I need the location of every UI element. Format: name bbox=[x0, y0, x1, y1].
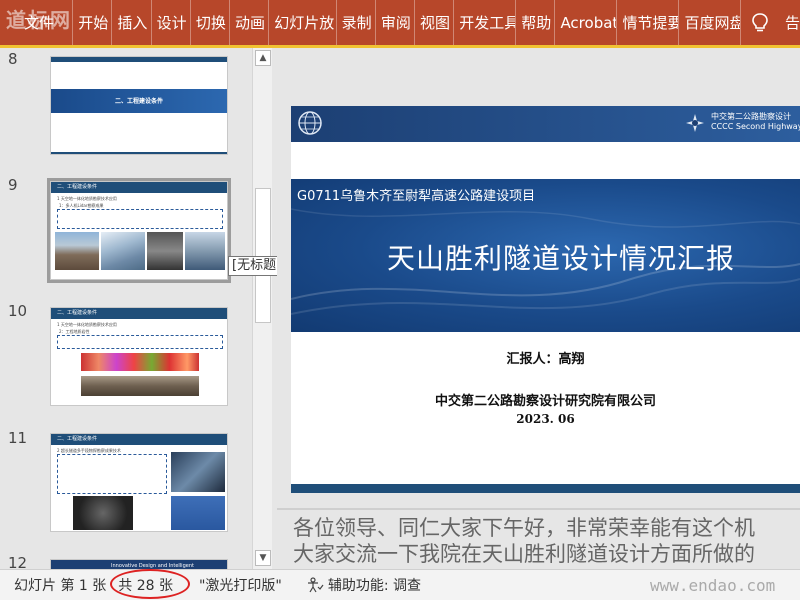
thumb-tunnel-render bbox=[171, 452, 225, 492]
company-logo-icon bbox=[686, 114, 704, 132]
scroll-down-arrow-icon[interactable]: ▼ bbox=[255, 550, 271, 566]
slide-thumbnail-12[interactable]: Innovative Design and Intelligent bbox=[50, 559, 228, 569]
slide-thumbnail-9[interactable]: 二、工程建设条件 1 天空地一体化地质勘察技术应用 1：多人机Lidar勘察成果 bbox=[47, 178, 231, 283]
current-slide[interactable]: 中交第二公路勘察设计 CCCC Second Highway Con G0711… bbox=[291, 106, 800, 493]
ribbon-tab-bar: 道标网 文件 开始 插入 设计 切换 动画 幻灯片放 录制 审阅 视图 开发工具… bbox=[0, 0, 800, 48]
thumb-subtitle: 1 天空地一体化地质勘察技术应用 bbox=[57, 322, 117, 327]
project-name: G0711乌鲁木齐至尉犁高速公路建设项目 bbox=[297, 189, 536, 204]
tab-review[interactable]: 审阅 bbox=[376, 0, 416, 45]
slide-footer-band bbox=[291, 484, 800, 493]
tell-me-label[interactable]: 告 bbox=[779, 12, 800, 33]
site-watermark: www.endao.com bbox=[650, 576, 776, 595]
slide-title: 天山胜利隧道设计情况汇报 bbox=[387, 242, 736, 275]
title-banner: G0711乌鲁木齐至尉犁高速公路建设项目 天山胜利隧道设计情况汇报 bbox=[291, 179, 800, 332]
tab-transitions[interactable]: 切换 bbox=[191, 0, 231, 45]
slide-number: 11 bbox=[8, 429, 28, 447]
slide-position-indicator: 幻灯片 第 1 张 bbox=[14, 578, 107, 594]
globe-logo-icon bbox=[298, 111, 322, 135]
accessibility-checker[interactable]: 辅助功能: 调查 bbox=[306, 575, 421, 595]
tab-animations[interactable]: 动画 bbox=[230, 0, 270, 45]
tab-storyboard[interactable]: 情节提要 bbox=[617, 0, 680, 45]
company-name: 中交第二公路勘察设计 CCCC Second Highway Con bbox=[711, 112, 800, 132]
tab-home[interactable]: 开始 bbox=[73, 0, 113, 45]
tab-help[interactable]: 帮助 bbox=[516, 0, 556, 45]
thumbnail-scrollbar[interactable]: ▲ ▼ bbox=[252, 48, 272, 569]
notes-line: 大家交流一下我院在天山胜利隧道设计方面所做的 bbox=[293, 542, 755, 566]
slide-number: 9 bbox=[8, 176, 18, 194]
thumb-geology-map bbox=[81, 353, 199, 371]
slide-number: 10 bbox=[8, 302, 28, 320]
institute-name: 中交第二公路勘察设计研究院有限公司 bbox=[434, 394, 656, 409]
thumb-subtitle: 1 天空地一体化地质勘察技术应用 bbox=[57, 196, 117, 201]
theme-name: "激光打印版" bbox=[198, 578, 282, 594]
slide-count-indicator: 共 28 张 bbox=[110, 569, 191, 599]
thumb-header: 二、工程建设条件 bbox=[51, 308, 227, 319]
company-name-en: CCCC Second Highway Con bbox=[711, 122, 800, 131]
thumb-text-box bbox=[57, 209, 223, 229]
thumb-point-cloud bbox=[73, 496, 133, 530]
status-bar: 幻灯片 第 1 张 共 28 张 "激光打印版" 辅助功能: 调查 www.en… bbox=[0, 569, 800, 600]
thumb-footer-band bbox=[51, 152, 227, 154]
company-name-cn: 中交第二公路勘察设计 bbox=[711, 112, 791, 121]
accessibility-label: 辅助功能: 调查 bbox=[327, 578, 422, 594]
slide-thumbnail-8[interactable]: 二、工程建设条件 bbox=[50, 56, 228, 155]
thumb-photo-equipment bbox=[147, 232, 183, 270]
thumb-building-photo bbox=[171, 496, 225, 530]
thumb-header: 二、工程建设条件 bbox=[51, 434, 227, 445]
thumb-header-tag: 二、工程建设条件 bbox=[57, 184, 98, 190]
tab-developer[interactable]: 开发工具 bbox=[454, 0, 517, 45]
notes-line: 各位领导、同仁大家下午好，非常荣幸能有这个机 bbox=[293, 516, 755, 540]
tab-baidu-netdisk[interactable]: 百度网盘 bbox=[679, 0, 742, 45]
slide-editing-area: 中交第二公路勘察设计 CCCC Second Highway Con G0711… bbox=[277, 48, 800, 569]
thumb-text-box bbox=[57, 454, 167, 494]
tab-view[interactable]: 视图 bbox=[415, 0, 455, 45]
thumb-header: 二、工程建设条件 bbox=[51, 182, 227, 193]
reporter-line: 汇报人：高翔 bbox=[506, 352, 585, 367]
accessibility-icon bbox=[307, 577, 324, 593]
tab-slideshow[interactable]: 幻灯片放 bbox=[269, 0, 337, 45]
thumb-photo-mountain bbox=[55, 232, 99, 270]
thumb-text-box bbox=[57, 335, 223, 349]
thumb-header-tag: 二、工程建设条件 bbox=[57, 436, 98, 442]
slide-number: 8 bbox=[8, 50, 18, 68]
slide-thumbnail-10[interactable]: 二、工程建设条件 1 天空地一体化地质勘察技术应用 2：工程地质岩性 bbox=[50, 307, 228, 406]
thumb-photo-terrain bbox=[101, 232, 145, 270]
tab-design[interactable]: 设计 bbox=[152, 0, 191, 45]
thumb-terrain-photo bbox=[81, 376, 199, 396]
slide-number: 12 bbox=[8, 554, 28, 569]
thumb-header-tag: 二、工程建设条件 bbox=[57, 310, 98, 316]
scroll-up-arrow-icon[interactable]: ▲ bbox=[255, 50, 271, 66]
thumb-header-band bbox=[51, 57, 227, 62]
slide-header-band: 中交第二公路勘察设计 CCCC Second Highway Con bbox=[291, 106, 800, 142]
tab-record[interactable]: 录制 bbox=[337, 0, 376, 45]
tab-insert[interactable]: 插入 bbox=[112, 0, 152, 45]
tab-acrobat[interactable]: Acrobat bbox=[555, 0, 618, 45]
slide-thumbnail-11[interactable]: 二、工程建设条件 2 超长隧道多手段物探勘察成果技术 bbox=[50, 433, 228, 532]
speaker-notes[interactable]: 各位领导、同仁大家下午好，非常荣幸能有这个机 大家交流一下我院在天山胜利隧道设计… bbox=[277, 508, 800, 569]
thumb-photo-survey bbox=[185, 232, 225, 270]
thumb-section-title: 二、工程建设条件 bbox=[115, 98, 164, 105]
report-date: 2023. 06 bbox=[516, 412, 575, 426]
tab-file[interactable]: 文件 bbox=[0, 0, 74, 45]
lightbulb-icon[interactable] bbox=[741, 0, 779, 45]
slide-thumbnail-pane: 8 二、工程建设条件 9 二、工程建设条件 1 天空地一体化地质勘察技术应用 1… bbox=[0, 48, 252, 569]
highlight-circle bbox=[110, 569, 191, 599]
